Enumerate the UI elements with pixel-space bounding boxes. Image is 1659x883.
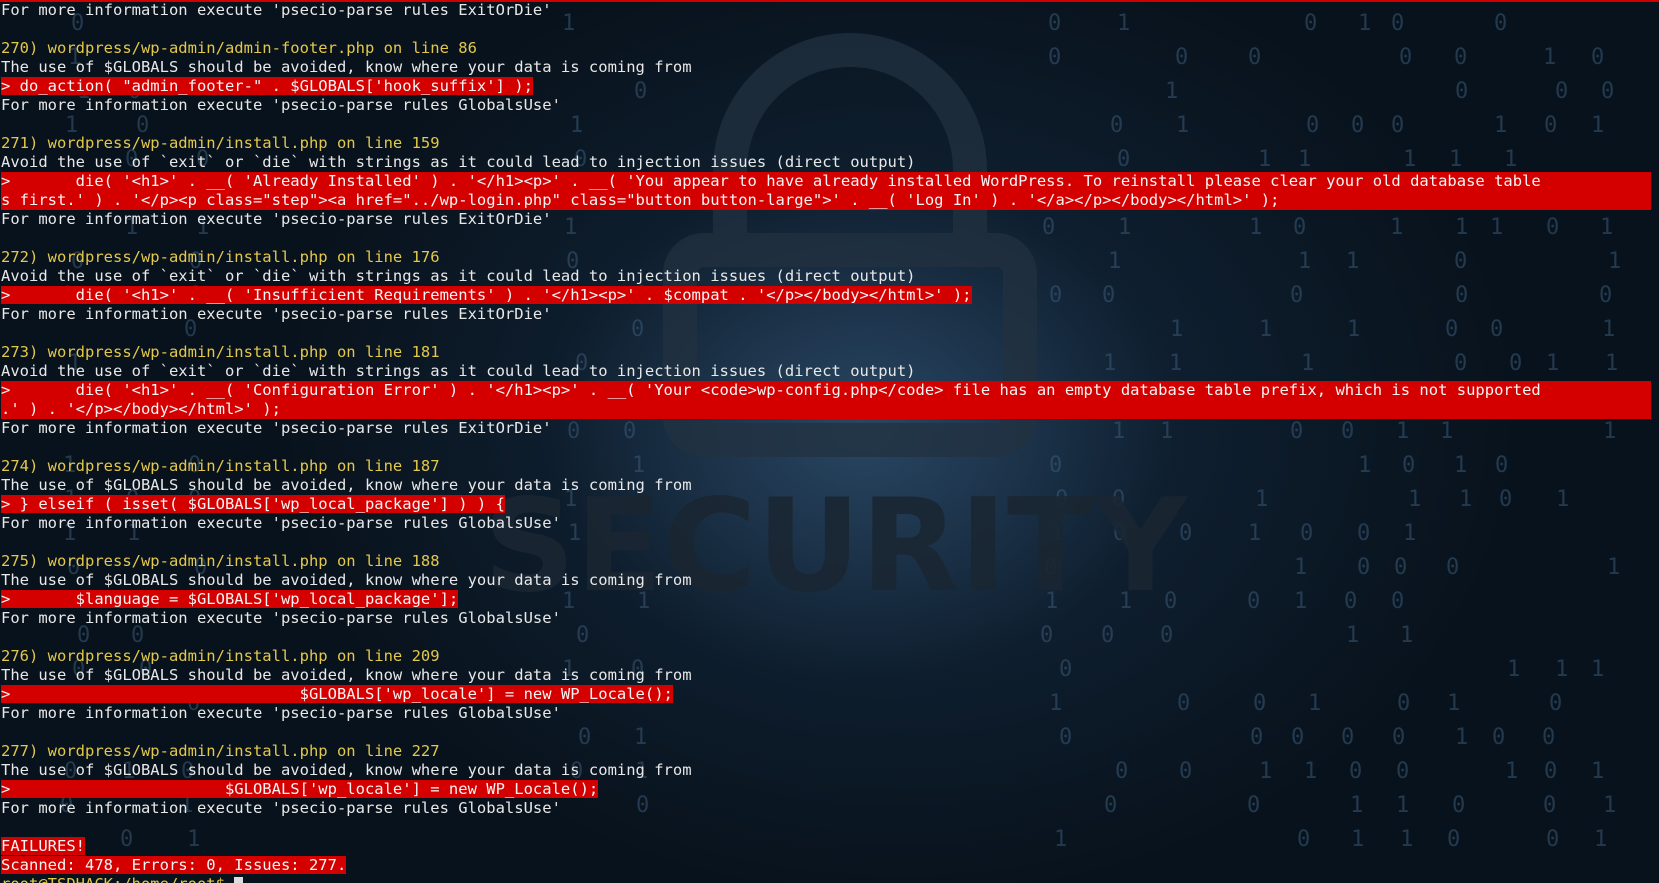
issue-info: For more information execute 'psecio-par…	[1, 305, 552, 323]
issue-info: For more information execute 'psecio-par…	[1, 210, 552, 228]
code-snippet: > $GLOBALS['wp_locale'] = new WP_Locale(…	[1, 780, 599, 798]
code-snippet: > } elseif ( isset( $GLOBALS['wp_local_p…	[1, 495, 505, 513]
code-line: > do_action( "admin_footer-" . $GLOBALS[…	[1, 77, 1659, 96]
terminal-output: For more information execute 'psecio-par…	[1, 1, 1659, 883]
issue-message: The use of $GLOBALS should be avoided, k…	[1, 666, 692, 684]
output-line: For more information execute 'psecio-par…	[1, 1, 552, 19]
issue-block: 270) wordpress/wp-admin/admin-footer.php…	[1, 39, 1659, 134]
issue-block: 273) wordpress/wp-admin/install.php on l…	[1, 343, 1659, 457]
code-snippet: s first.' ) . '</p><p class="step"><a hr…	[1, 191, 1651, 210]
code-line: > $language = $GLOBALS['wp_local_package…	[1, 590, 1659, 609]
issue-block: 272) wordpress/wp-admin/install.php on l…	[1, 248, 1659, 343]
issue-header: 274) wordpress/wp-admin/install.php on l…	[1, 457, 440, 475]
issue-message: Avoid the use of `exit` or `die` with st…	[1, 267, 916, 285]
issue-block: 277) wordpress/wp-admin/install.php on l…	[1, 742, 1659, 837]
code-snippet: > die( '<h1>' . __( 'Already Installed' …	[1, 172, 1651, 191]
issue-list: 270) wordpress/wp-admin/admin-footer.php…	[1, 39, 1659, 837]
issue-block: 274) wordpress/wp-admin/install.php on l…	[1, 457, 1659, 552]
code-snippet: > die( '<h1>' . __( 'Insufficient Requir…	[1, 286, 972, 304]
code-snippet: .' ) . '</p></body></html>' );	[1, 400, 1651, 419]
issue-block: 271) wordpress/wp-admin/install.php on l…	[1, 134, 1659, 248]
issue-info: For more information execute 'psecio-par…	[1, 96, 561, 114]
scan-summary: Scanned: 478, Errors: 0, Issues: 277.	[1, 856, 347, 874]
issue-info: For more information execute 'psecio-par…	[1, 609, 561, 627]
issue-info: For more information execute 'psecio-par…	[1, 419, 552, 437]
issue-block: 276) wordpress/wp-admin/install.php on l…	[1, 647, 1659, 742]
issue-message: The use of $GLOBALS should be avoided, k…	[1, 476, 692, 494]
issue-header: 272) wordpress/wp-admin/install.php on l…	[1, 248, 440, 266]
issue-info: For more information execute 'psecio-par…	[1, 799, 561, 817]
issue-header: 277) wordpress/wp-admin/install.php on l…	[1, 742, 440, 760]
issue-message: The use of $GLOBALS should be avoided, k…	[1, 571, 692, 589]
code-snippet: > do_action( "admin_footer-" . $GLOBALS[…	[1, 77, 533, 95]
issue-block: 275) wordpress/wp-admin/install.php on l…	[1, 552, 1659, 647]
issue-header: 270) wordpress/wp-admin/admin-footer.php…	[1, 39, 477, 57]
issue-header: 273) wordpress/wp-admin/install.php on l…	[1, 343, 440, 361]
summary-line: Scanned: 478, Errors: 0, Issues: 277.	[1, 856, 1659, 875]
code-line: > } elseif ( isset( $GLOBALS['wp_local_p…	[1, 495, 1659, 514]
issue-info: For more information execute 'psecio-par…	[1, 704, 561, 722]
issue-header: 275) wordpress/wp-admin/install.php on l…	[1, 552, 440, 570]
issue-message: The use of $GLOBALS should be avoided, k…	[1, 761, 692, 779]
issue-header: 276) wordpress/wp-admin/install.php on l…	[1, 647, 440, 665]
issue-message: The use of $GLOBALS should be avoided, k…	[1, 58, 692, 76]
code-line: .' ) . '</p></body></html>' );	[1, 400, 1659, 419]
code-line: s first.' ) . '</p><p class="step"><a hr…	[1, 191, 1659, 210]
code-snippet: > die( '<h1>' . __( 'Configuration Error…	[1, 381, 1651, 400]
code-line: > $GLOBALS['wp_locale'] = new WP_Locale(…	[1, 685, 1659, 704]
issue-info: For more information execute 'psecio-par…	[1, 514, 561, 532]
failures-line: FAILURES!	[1, 837, 1659, 856]
issue-message: Avoid the use of `exit` or `die` with st…	[1, 362, 916, 380]
code-line: > die( '<h1>' . __( 'Already Installed' …	[1, 172, 1659, 191]
issue-header: 271) wordpress/wp-admin/install.php on l…	[1, 134, 440, 152]
command-prompt[interactable]: root@TSDHACK:/home/root$	[1, 875, 1659, 883]
prompt-text: root@TSDHACK:/home/root$	[1, 875, 234, 883]
issue-message: Avoid the use of `exit` or `die` with st…	[1, 153, 916, 171]
code-snippet: > $language = $GLOBALS['wp_local_package…	[1, 590, 459, 608]
terminal-window[interactable]: 0111001111110000000010100010001000000000…	[0, 0, 1659, 883]
failures-label: FAILURES!	[1, 837, 85, 855]
code-line: > die( '<h1>' . __( 'Insufficient Requir…	[1, 286, 1659, 305]
code-snippet: > $GLOBALS['wp_locale'] = new WP_Locale(…	[1, 685, 673, 703]
code-line: > $GLOBALS['wp_locale'] = new WP_Locale(…	[1, 780, 1659, 799]
text-cursor	[234, 877, 244, 883]
code-line: > die( '<h1>' . __( 'Configuration Error…	[1, 381, 1659, 400]
